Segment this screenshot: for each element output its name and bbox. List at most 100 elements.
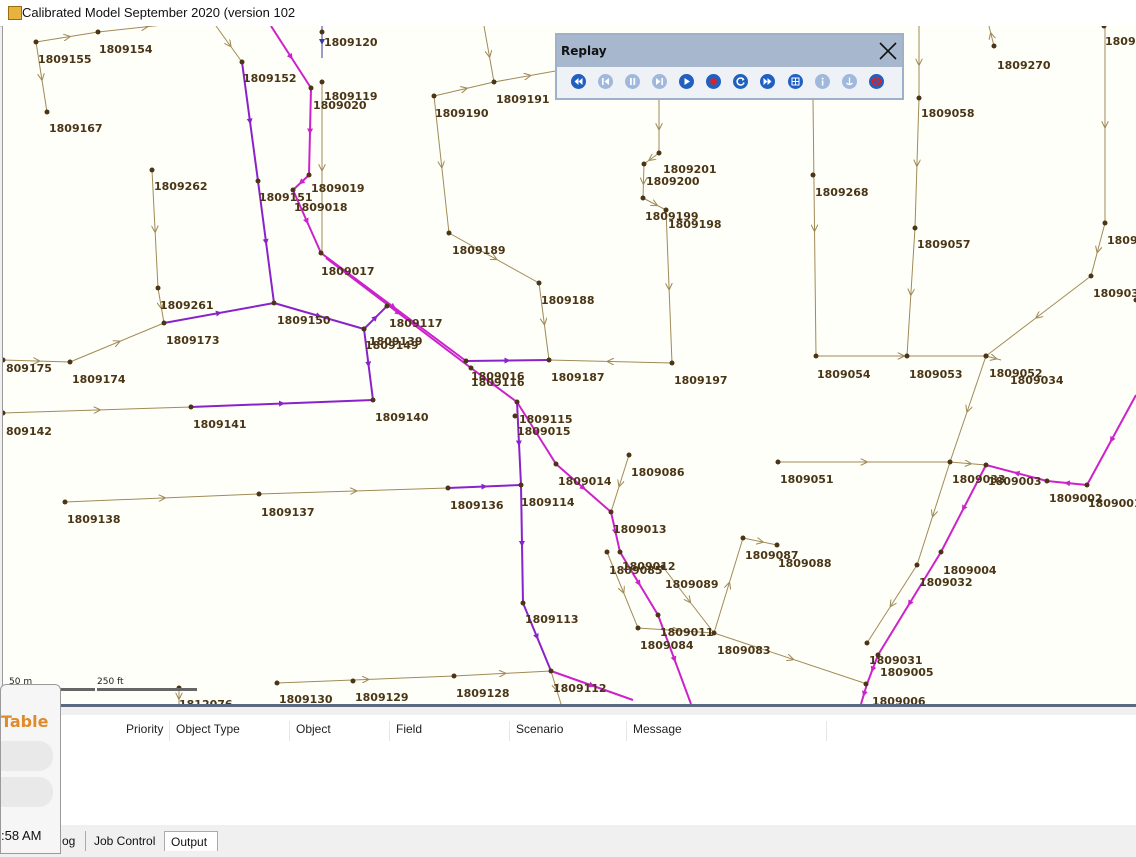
junction-node[interactable] [320,80,325,85]
junction-node[interactable] [189,405,194,410]
junction-node[interactable] [464,359,469,364]
junction-node[interactable] [162,321,167,326]
junction-node[interactable] [641,196,646,201]
junction-node[interactable] [351,679,356,684]
replay-header[interactable]: Replay [557,35,902,67]
column-header-object-type[interactable]: Object Type [170,721,290,741]
junction-node[interactable] [605,550,610,555]
junction-node[interactable] [63,500,68,505]
pipe[interactable] [191,400,373,407]
junction-node[interactable] [864,682,869,687]
junction-node[interactable] [549,669,554,674]
pipe[interactable] [494,70,561,82]
message-table[interactable]: Priority Object Type Object Field Scenar… [0,715,1136,825]
pipe[interactable] [915,98,919,228]
column-header-field[interactable]: Field [390,721,510,741]
pipe[interactable] [611,455,629,512]
junction-node[interactable] [1103,221,1108,226]
pipe[interactable] [98,26,191,32]
junction-node[interactable] [554,462,559,467]
record-icon[interactable] [706,74,721,89]
pipe[interactable] [448,485,521,488]
pipe[interactable] [1087,395,1136,485]
junction-node[interactable] [319,251,324,256]
network-map[interactable]: 1809155180915418091521809120180911918090… [2,26,1136,704]
pipe[interactable] [917,462,950,565]
junction-node[interactable] [513,414,518,419]
pipe[interactable] [3,407,191,413]
junction-node[interactable] [272,301,277,306]
junction-node[interactable] [618,550,623,555]
pipe[interactable] [907,228,915,356]
junction-node[interactable] [371,398,376,403]
junction-node[interactable] [1102,26,1107,29]
junction-node[interactable] [307,173,312,178]
junction-node[interactable] [452,674,457,679]
pipe[interactable] [643,164,644,198]
junction-node[interactable] [913,226,918,231]
junction-node[interactable] [34,40,39,45]
junction-node[interactable] [1085,483,1090,488]
junction-node[interactable] [257,492,262,497]
junction-node[interactable] [519,483,524,488]
pipe[interactable] [644,153,659,164]
pipe[interactable] [643,198,666,210]
junction-node[interactable] [811,173,816,178]
junction-node[interactable] [776,460,781,465]
junction-node[interactable] [385,304,390,309]
column-header-scenario[interactable]: Scenario [510,721,627,741]
junction-node[interactable] [1089,274,1094,279]
pipe[interactable] [364,306,387,329]
junction-node[interactable] [492,80,497,85]
junction-node[interactable] [446,486,451,491]
junction-node[interactable] [865,641,870,646]
replay-toolbar[interactable]: Replay [555,33,904,100]
pipe[interactable] [36,32,98,42]
pipe[interactable] [466,360,549,361]
junction-node[interactable] [775,543,780,548]
junction-node[interactable] [636,626,641,631]
background-window-fragment[interactable]: Table :58 AM [0,684,61,854]
column-header-object[interactable]: Object [290,721,390,741]
junction-node[interactable] [275,681,280,686]
tab-output[interactable]: Output [164,831,218,851]
grid-options-icon[interactable] [788,74,803,89]
junction-node[interactable] [917,96,922,101]
junction-node[interactable] [96,30,101,35]
junction-node[interactable] [905,354,910,359]
pipe[interactable] [714,633,867,684]
pipe[interactable] [549,360,672,363]
pipe[interactable] [70,323,164,362]
junction-node[interactable] [814,354,819,359]
junction-node[interactable] [992,44,997,49]
junction-node[interactable] [362,327,367,332]
pipe[interactable] [986,276,1091,356]
pipe[interactable] [878,552,941,655]
junction-node[interactable] [656,613,661,618]
pipe[interactable] [663,567,714,633]
pipe[interactable] [813,100,816,356]
junction-node[interactable] [432,94,437,99]
junction-node[interactable] [915,563,920,568]
junction-node[interactable] [547,358,552,363]
play-icon[interactable] [679,74,694,89]
pipe[interactable] [989,26,994,46]
junction-node[interactable] [948,460,953,465]
pipe[interactable] [65,494,259,502]
junction-node[interactable] [1045,479,1050,484]
junction-node[interactable] [537,281,542,286]
loop-icon[interactable] [733,74,748,89]
double-left-arrow-icon[interactable] [571,74,586,89]
junction-node[interactable] [521,601,526,606]
pipe[interactable] [309,88,311,175]
pipe[interactable] [216,26,242,62]
pipe[interactable] [950,462,986,465]
close-icon[interactable] [877,40,899,62]
junction-node[interactable] [627,453,632,458]
pipe[interactable] [454,671,551,676]
junction-node[interactable] [45,110,50,115]
junction-node[interactable] [657,151,662,156]
pipe[interactable] [293,175,309,190]
junction-node[interactable] [3,411,6,416]
junction-node[interactable] [984,463,989,468]
